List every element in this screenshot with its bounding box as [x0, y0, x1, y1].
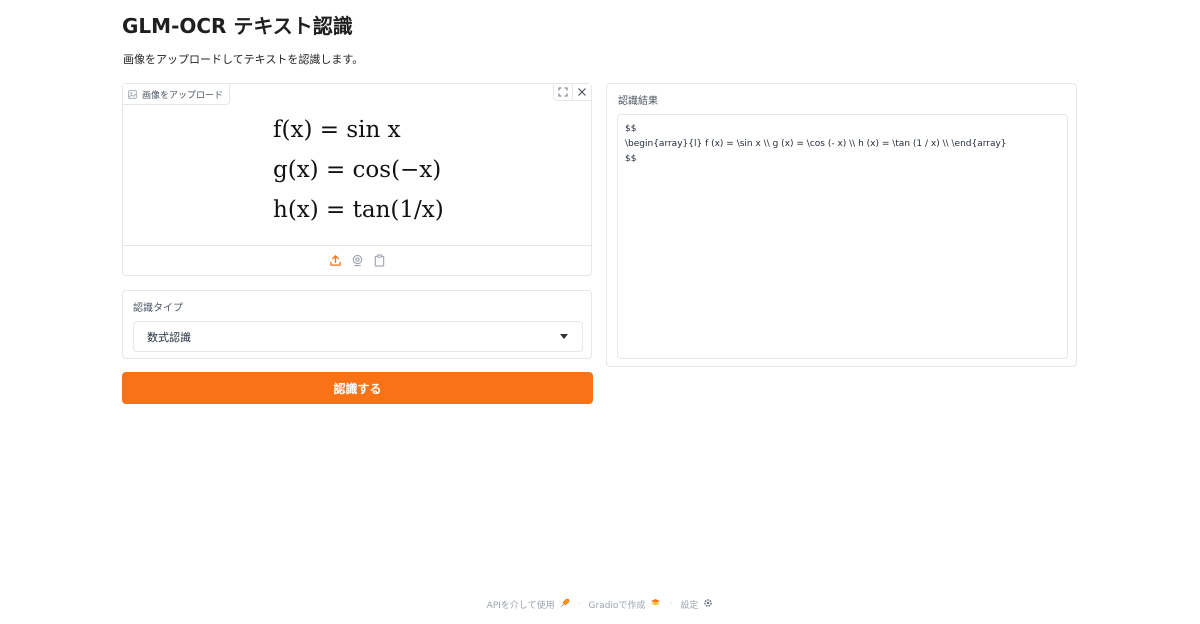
fullscreen-icon[interactable] [554, 84, 572, 100]
page-description: 画像をアップロードしてテキストを認識します。 [123, 53, 364, 66]
gradio-logo-icon [650, 598, 661, 610]
gear-icon [703, 598, 713, 611]
footer: APIを介して使用 · Gradioで作成 · 設定 [0, 596, 1200, 612]
settings-link[interactable]: 設定 [680, 598, 713, 611]
result-label: 認識結果 [618, 96, 658, 107]
recognition-type-dropdown[interactable]: 数式認識 [133, 321, 583, 352]
image-upload-panel[interactable]: 画像をアップロード f(x) = sin x g(x) = cos(−x) h(… [122, 83, 592, 276]
recognition-type-value: 数式認識 [147, 330, 191, 344]
image-icon [128, 89, 137, 99]
use-via-api-label: APIを介して使用 [486, 600, 555, 611]
settings-label: 設定 [680, 600, 699, 611]
upload-icon[interactable] [328, 253, 342, 267]
result-panel: 認識結果 $$ \begin{array}{l} f (x) = \sin x … [606, 83, 1077, 367]
formula-line: h(x) = tan(1/x) [273, 197, 444, 223]
footer-separator: · [577, 599, 581, 609]
rocket-icon [560, 598, 570, 611]
built-with-gradio-label: Gradioで作成 [588, 600, 646, 611]
chevron-down-icon [560, 334, 568, 339]
result-line: \begin{array}{l} f (x) = \sin x \\ g (x)… [625, 139, 1007, 149]
webcam-icon[interactable] [350, 253, 364, 267]
footer-separator: · [669, 599, 673, 609]
image-upload-label-text: 画像をアップロード [142, 90, 224, 101]
recognition-type-label: 認識タイプ [133, 303, 183, 314]
close-icon[interactable] [572, 84, 591, 100]
page-title: GLM-OCR テキスト認識 [122, 14, 353, 38]
recognize-button[interactable]: 認識する [122, 372, 593, 404]
image-upload-label: 画像をアップロード [123, 84, 231, 105]
formula-line: f(x) = sin x [273, 117, 401, 143]
formula-image: f(x) = sin x g(x) = cos(−x) h(x) = tan(1… [273, 110, 444, 230]
result-line: $$ [625, 154, 637, 164]
result-textarea[interactable]: $$ \begin{array}{l} f (x) = \sin x \\ g … [617, 114, 1068, 359]
image-toolbar [553, 84, 591, 101]
image-source-bar [123, 245, 591, 275]
formula-line: g(x) = cos(−x) [273, 157, 442, 183]
built-with-gradio-link[interactable]: Gradioで作成 [589, 598, 662, 611]
clipboard-icon[interactable] [372, 253, 386, 267]
uploaded-image-preview: f(x) = sin x g(x) = cos(−x) h(x) = tan(1… [123, 104, 591, 246]
use-via-api-link[interactable]: APIを介して使用 [487, 598, 570, 611]
result-line: $$ [625, 124, 637, 134]
recognition-type-panel: 認識タイプ 数式認識 [122, 290, 592, 359]
